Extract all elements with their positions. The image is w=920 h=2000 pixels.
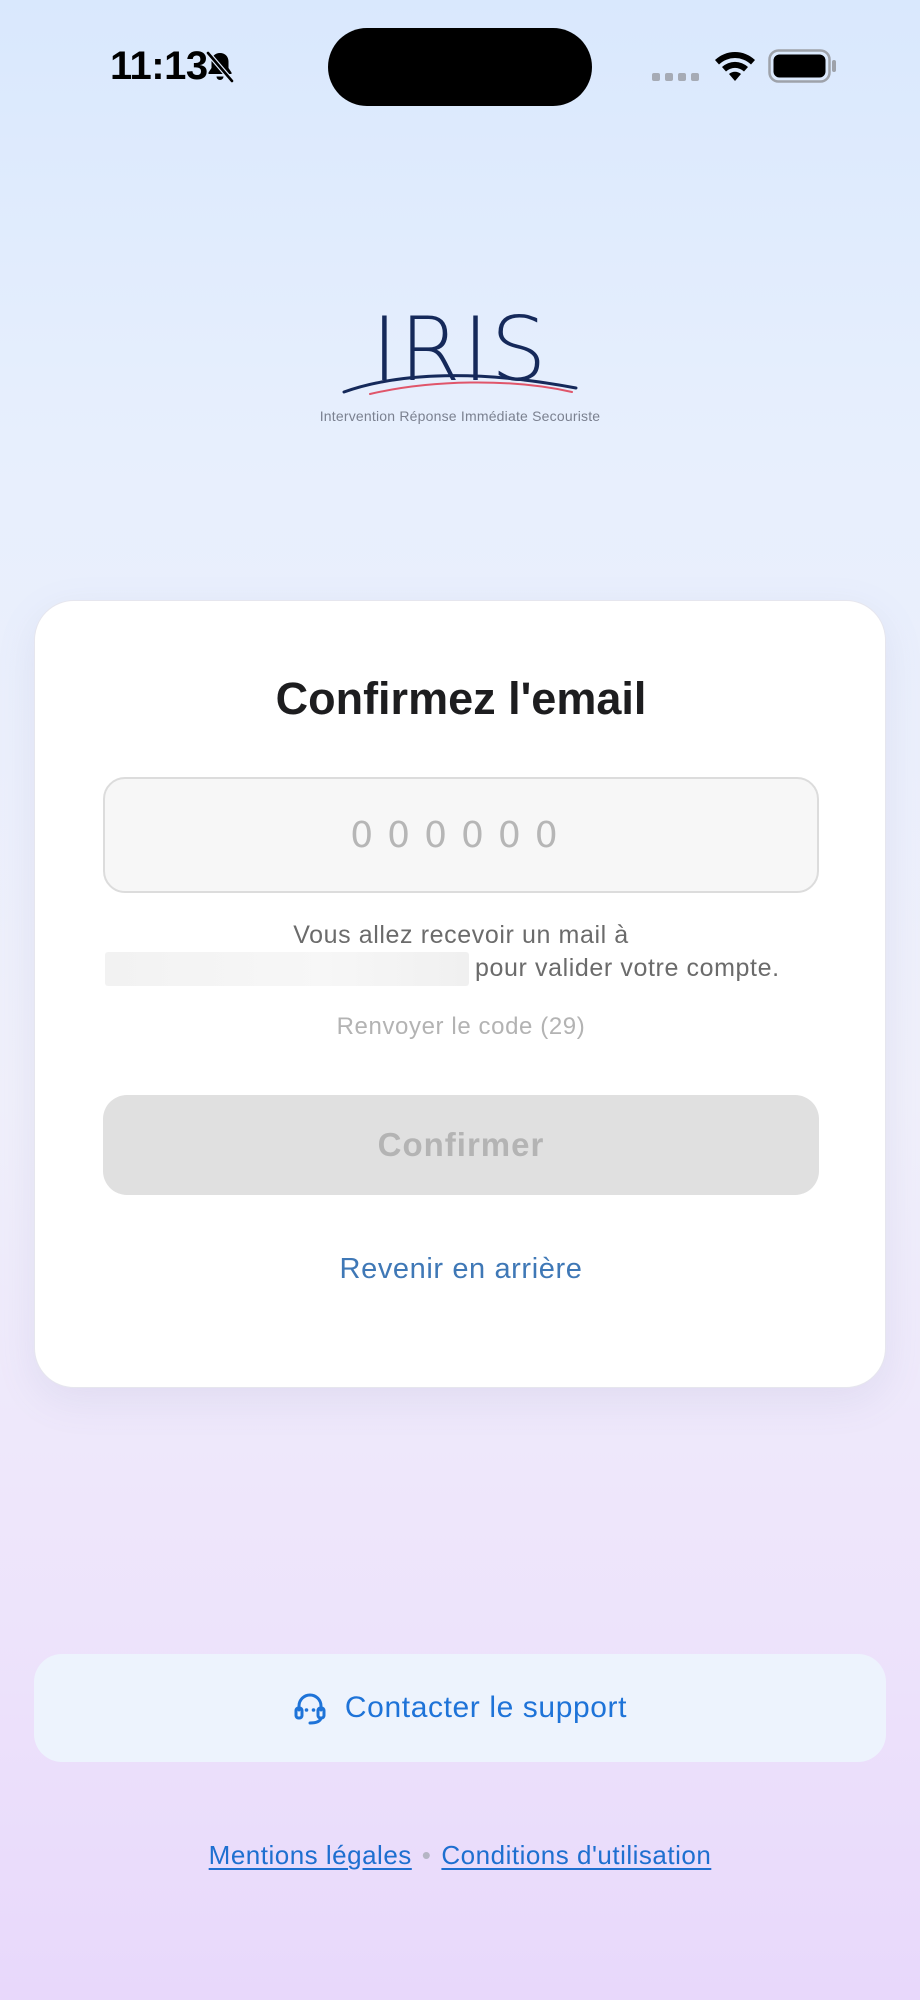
logo-tagline: Intervention Réponse Immédiate Secourist…: [319, 408, 601, 424]
status-bar: 11:13: [0, 0, 920, 130]
iris-logo: IRIS Intervention Réponse Immédiate Seco…: [320, 300, 600, 430]
logo-swoosh: [342, 374, 578, 395]
footer-separator: •: [421, 1840, 432, 1870]
info-text-line-2: pour valider votre compte.: [475, 954, 780, 982]
legal-notice-link[interactable]: Mentions légales: [209, 1840, 412, 1870]
contact-support-button[interactable]: Contacter le support: [34, 1654, 886, 1762]
footer-links: Mentions légales • Conditions d'utilisatio…: [0, 1840, 920, 1871]
verification-code-input[interactable]: [103, 777, 819, 893]
page-title: Confirmez l'email: [275, 673, 647, 724]
masked-email-address: [105, 952, 469, 986]
wifi-icon: [715, 52, 755, 81]
info-text-line-1: Vous allez recevoir un mail à: [293, 921, 629, 949]
confirm-email-card: Confirmez l'email Vous allez recevoir un…: [34, 600, 886, 1388]
resend-code-link[interactable]: Renvoyer le code (29): [35, 1013, 887, 1041]
bell-slash-icon: [206, 51, 234, 83]
status-time: 11:13: [110, 44, 208, 88]
terms-of-use-link[interactable]: Conditions d'utilisation: [441, 1840, 711, 1870]
signal-icon: [652, 73, 699, 81]
battery-icon: [768, 49, 836, 83]
contact-support-label: Contacter le support: [344, 1691, 628, 1724]
confirm-button[interactable]: Confirmer: [103, 1095, 819, 1195]
headset-icon: [294, 1693, 326, 1725]
go-back-link[interactable]: Revenir en arrière: [35, 1253, 887, 1286]
dynamic-island: [328, 28, 592, 106]
